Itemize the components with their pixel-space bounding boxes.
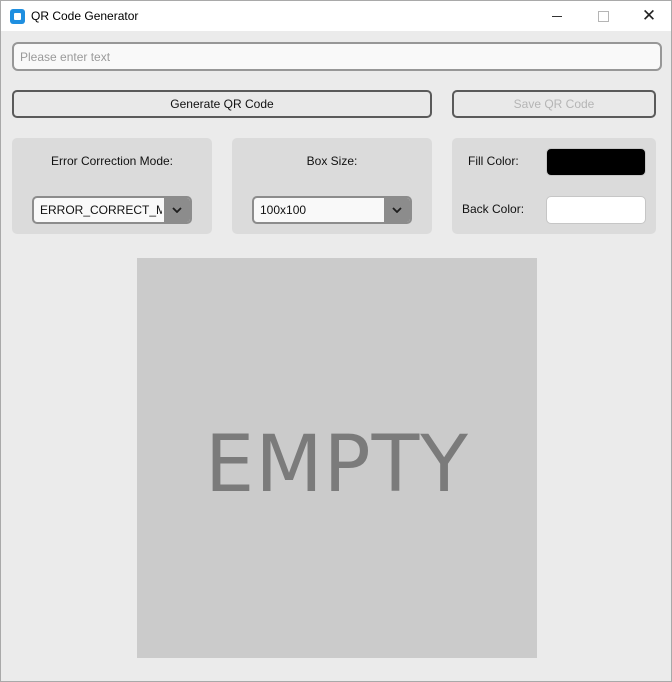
box-size-label: Box Size: — [306, 154, 358, 168]
save-qr-label: Save QR Code — [513, 97, 595, 111]
error-correction-panel: Error Correction Mode: ERROR_CORRECT_M — [12, 138, 212, 234]
fill-color-swatch[interactable] — [546, 148, 646, 176]
preview-placeholder-text: EMPTY — [205, 420, 469, 510]
box-size-select[interactable]: 100x100 — [252, 196, 412, 224]
error-correction-value: ERROR_CORRECT_M — [40, 203, 162, 217]
qr-preview: EMPTY — [137, 258, 537, 658]
minimize-icon — [552, 15, 562, 17]
generate-qr-label: Generate QR Code — [170, 97, 274, 111]
color-panel: Fill Color: Back Color: — [452, 138, 656, 234]
generate-qr-button[interactable]: Generate QR Code — [12, 90, 432, 118]
box-size-value: 100x100 — [260, 203, 307, 217]
error-correction-label: Error Correction Mode: — [50, 154, 174, 168]
maximize-button[interactable] — [580, 1, 626, 31]
chevron-down-icon[interactable] — [384, 198, 410, 222]
back-color-swatch[interactable] — [546, 196, 646, 224]
chevron-down-icon[interactable] — [164, 198, 190, 222]
error-correction-select[interactable]: ERROR_CORRECT_M — [32, 196, 192, 224]
app-icon — [10, 9, 25, 24]
text-input[interactable] — [12, 42, 662, 71]
close-icon: ✕ — [641, 6, 657, 25]
close-button[interactable]: ✕ — [626, 1, 672, 31]
window-title: QR Code Generator — [31, 9, 139, 23]
maximize-icon — [597, 10, 609, 22]
app-window: QR Code Generator ✕ Generate QR Code Sav… — [0, 0, 672, 682]
back-color-label: Back Color: — [462, 202, 525, 216]
minimize-button[interactable] — [534, 1, 580, 31]
box-size-panel: Box Size: 100x100 — [232, 138, 432, 234]
title-bar[interactable]: QR Code Generator ✕ — [1, 1, 671, 31]
fill-color-label: Fill Color: — [468, 154, 519, 168]
save-qr-button[interactable]: Save QR Code — [452, 90, 656, 118]
